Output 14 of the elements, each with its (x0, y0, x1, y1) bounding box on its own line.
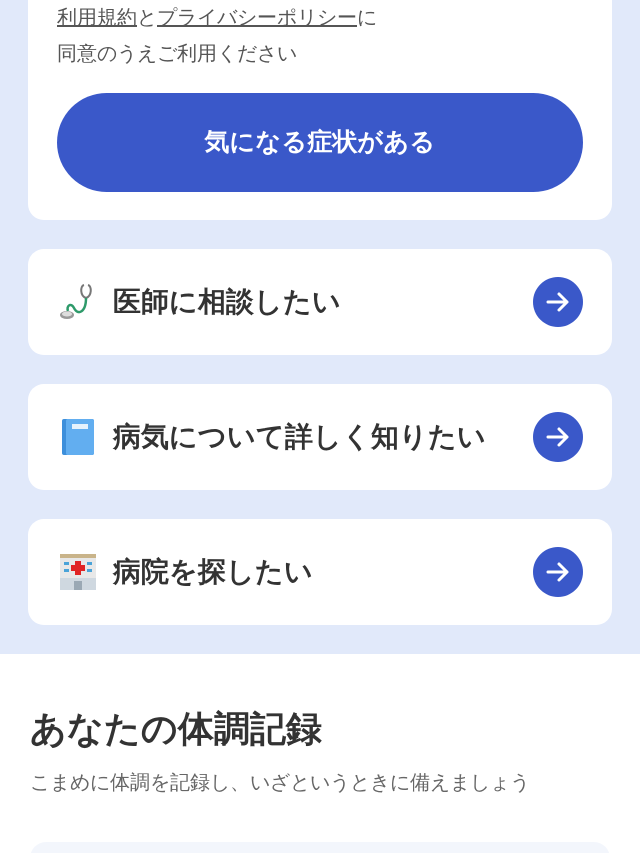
arrow-right-icon (533, 277, 583, 327)
menu-card[interactable]: 病気について詳しく知りたい (28, 384, 612, 490)
consent-note: 同意のうえご利用ください (57, 42, 298, 67)
hospital-icon (58, 552, 98, 592)
section-title: あなたの体調記録 (30, 707, 323, 751)
consent-text: 利用規約 と プライバシーポリシーに (57, 6, 378, 31)
symptom-button[interactable]: 気になる症状がある (57, 93, 583, 192)
arrow-right-icon (533, 412, 583, 462)
menu-card[interactable]: 病院を探したい (28, 519, 612, 625)
arrow-right-icon (533, 547, 583, 597)
menu-card[interactable]: 医師に相談したい (28, 249, 612, 355)
terms-link[interactable]: 利用規約 (57, 7, 137, 29)
privacy-link[interactable]: プライバシーポリシー (157, 7, 357, 29)
section-subtitle: こまめに体調を記録し、いざというときに備えましょう (30, 771, 531, 796)
